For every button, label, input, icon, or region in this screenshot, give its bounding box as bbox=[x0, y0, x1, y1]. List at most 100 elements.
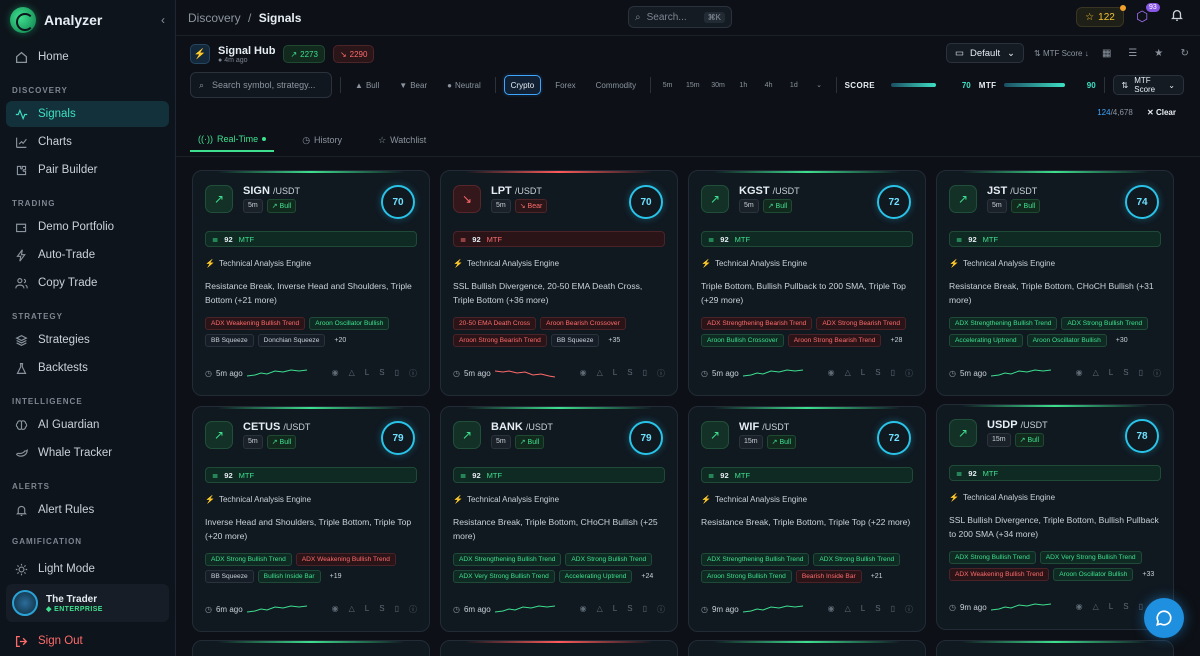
chevron-down-icon[interactable]: ⌄ bbox=[810, 81, 827, 89]
signal-card[interactable]: ↗ USDP /USDT 15m ↗ Bull 78 ≣ 92 MTF ⚡ Technical A… bbox=[936, 404, 1174, 630]
clear-filters-button[interactable]: ✕ Clear bbox=[1147, 108, 1176, 117]
timeframe-1h[interactable]: 1h bbox=[735, 82, 752, 89]
alert-icon[interactable]: △ bbox=[1093, 368, 1099, 379]
timeframe-1d[interactable]: 1d bbox=[785, 82, 802, 89]
bookmark-icon[interactable]: ▯ bbox=[395, 604, 399, 615]
info-icon[interactable]: ⓘ bbox=[409, 604, 417, 615]
short-icon[interactable]: S bbox=[627, 604, 632, 615]
eye-icon[interactable]: ◉ bbox=[1076, 368, 1083, 379]
short-icon[interactable]: S bbox=[1123, 602, 1128, 613]
info-icon[interactable]: ⓘ bbox=[409, 368, 417, 379]
long-icon[interactable]: L bbox=[861, 368, 865, 379]
short-icon[interactable]: S bbox=[379, 604, 384, 615]
long-icon[interactable]: L bbox=[861, 604, 865, 615]
preset-dropdown[interactable]: ▭ Default ⌄ bbox=[946, 43, 1024, 63]
more-indicators[interactable]: +24 bbox=[636, 571, 658, 582]
card-symbol[interactable]: WIF /USDT bbox=[739, 421, 789, 433]
eye-icon[interactable]: ◉ bbox=[332, 604, 339, 615]
sidebar-item-charts[interactable]: Charts bbox=[6, 129, 169, 155]
short-icon[interactable]: S bbox=[875, 604, 880, 615]
eye-icon[interactable]: ◉ bbox=[332, 368, 339, 379]
timeframe-5m[interactable]: 5m bbox=[659, 82, 676, 89]
alert-icon[interactable]: △ bbox=[845, 604, 851, 615]
card-symbol[interactable]: KGST /USDT bbox=[739, 185, 800, 197]
signal-card[interactable]: ↗ KGST /USDT 5m ↗ Bull 72 ≣ 92 MTF ⚡ Technical An… bbox=[688, 170, 926, 396]
sidebar-item-backtests[interactable]: Backtests bbox=[6, 355, 169, 381]
sort-toggle[interactable]: ⇅ MTF Score ↓ bbox=[1034, 49, 1089, 58]
timeframe-4h[interactable]: 4h bbox=[760, 82, 777, 89]
more-indicators[interactable]: +33 bbox=[1137, 569, 1159, 580]
filter-commodity[interactable]: Commodity bbox=[590, 75, 642, 95]
eye-icon[interactable]: ◉ bbox=[828, 604, 835, 615]
alert-icon[interactable]: △ bbox=[349, 368, 355, 379]
info-icon[interactable]: ⓘ bbox=[905, 368, 913, 379]
short-icon[interactable]: S bbox=[627, 368, 632, 379]
info-icon[interactable]: ⓘ bbox=[1153, 368, 1161, 379]
signal-card[interactable]: ↗ CETUS /USDT 5m ↗ Bull 79 ≣ 92 MTF ⚡ Technical A… bbox=[192, 406, 430, 632]
eye-icon[interactable]: ◉ bbox=[828, 368, 835, 379]
signal-card-partial[interactable] bbox=[936, 640, 1174, 656]
filter-bull[interactable]: ▲ Bull bbox=[349, 75, 385, 95]
timeframe-30m[interactable]: 30m bbox=[709, 82, 726, 89]
favorite-icon[interactable]: ★ bbox=[1151, 45, 1167, 61]
timeframe-15m[interactable]: 15m bbox=[684, 82, 701, 89]
mtf-slider[interactable] bbox=[1004, 83, 1065, 87]
bookmark-icon[interactable]: ▯ bbox=[891, 368, 895, 379]
signal-card-partial[interactable] bbox=[440, 640, 678, 656]
signal-card[interactable]: ↗ JST /USDT 5m ↗ Bull 74 ≣ 92 MTF ⚡ Technical Ana… bbox=[936, 170, 1174, 396]
collapse-sidebar-icon[interactable]: ‹ bbox=[161, 13, 165, 27]
tab-real-time[interactable]: ((·)) Real-Time bbox=[190, 128, 275, 152]
alert-icon[interactable]: △ bbox=[597, 604, 603, 615]
sidebar-item-light-mode[interactable]: Light Mode bbox=[6, 556, 169, 582]
short-icon[interactable]: S bbox=[379, 368, 384, 379]
signal-card-partial[interactable] bbox=[688, 640, 926, 656]
filter-crypto[interactable]: Crypto bbox=[503, 75, 542, 95]
sign-out-button[interactable]: Sign Out bbox=[6, 628, 169, 654]
filter-neutral[interactable]: ● Neutral bbox=[441, 75, 487, 95]
alert-icon[interactable]: △ bbox=[349, 604, 355, 615]
more-indicators[interactable]: +20 bbox=[329, 335, 351, 346]
alert-icon[interactable]: △ bbox=[597, 368, 603, 379]
short-icon[interactable]: S bbox=[1123, 368, 1128, 379]
bookmark-icon[interactable]: ▯ bbox=[891, 604, 895, 615]
global-search[interactable]: ⌕ Search... ⌘K bbox=[628, 6, 732, 28]
bookmark-icon[interactable]: ▯ bbox=[643, 368, 647, 379]
info-icon[interactable]: ⓘ bbox=[657, 604, 665, 615]
more-indicators[interactable]: +21 bbox=[866, 571, 888, 582]
eye-icon[interactable]: ◉ bbox=[1076, 602, 1083, 613]
filter-bear[interactable]: ▼ Bear bbox=[393, 75, 433, 95]
card-symbol[interactable]: CETUS /USDT bbox=[243, 421, 310, 433]
card-symbol[interactable]: BANK /USDT bbox=[491, 421, 553, 433]
eye-icon[interactable]: ◉ bbox=[580, 368, 587, 379]
signal-card[interactable]: ↗ WIF /USDT 15m ↗ Bull 72 ≣ 92 MTF ⚡ Technical An… bbox=[688, 406, 926, 632]
long-icon[interactable]: L bbox=[365, 604, 369, 615]
points-badge[interactable]: ☆ 122 bbox=[1076, 5, 1126, 27]
chat-support-button[interactable] bbox=[1144, 598, 1184, 638]
sidebar-item-strategies[interactable]: Strategies bbox=[6, 327, 169, 353]
tab-history[interactable]: ◷ History bbox=[294, 128, 350, 152]
sidebar-item-pair-builder[interactable]: Pair Builder bbox=[6, 157, 169, 183]
signal-card[interactable]: ↗ BANK /USDT 5m ↗ Bull 79 ≣ 92 MTF ⚡ Technical An… bbox=[440, 406, 678, 632]
tab-watchlist[interactable]: ☆ Watchlist bbox=[370, 128, 434, 152]
bookmark-icon[interactable]: ▯ bbox=[643, 604, 647, 615]
more-indicators[interactable]: +30 bbox=[1111, 335, 1133, 346]
signal-card[interactable]: ↘ LPT /USDT 5m ↘ Bear 70 ≣ 92 MTF ⚡ Technical Ana… bbox=[440, 170, 678, 396]
alert-icon[interactable]: △ bbox=[845, 368, 851, 379]
filter-forex[interactable]: Forex bbox=[549, 75, 581, 95]
sidebar-item-auto-trade[interactable]: Auto-Trade bbox=[6, 242, 169, 268]
score-slider[interactable] bbox=[891, 83, 936, 87]
signal-search-input[interactable]: ⌕ Search symbol, strategy... bbox=[190, 72, 333, 98]
signal-card[interactable]: ↗ SIGN /USDT 5m ↗ Bull 70 ≣ 92 MTF ⚡ Technical An… bbox=[192, 170, 430, 396]
card-symbol[interactable]: JST /USDT bbox=[987, 185, 1037, 197]
eye-icon[interactable]: ◉ bbox=[580, 604, 587, 615]
sidebar-item-ai-guardian[interactable]: AI Guardian bbox=[6, 412, 169, 438]
more-indicators[interactable]: +28 bbox=[885, 335, 907, 346]
notifications-icon[interactable] bbox=[1170, 8, 1184, 27]
refresh-icon[interactable]: ↻ bbox=[1177, 45, 1193, 61]
card-symbol[interactable]: LPT /USDT bbox=[491, 185, 542, 197]
alert-icon[interactable]: △ bbox=[1093, 602, 1099, 613]
card-symbol[interactable]: SIGN /USDT bbox=[243, 185, 300, 197]
sidebar-item-alert-rules[interactable]: Alert Rules bbox=[6, 497, 169, 523]
grid-view-icon[interactable]: ▦ bbox=[1099, 45, 1115, 61]
sort-dropdown[interactable]: ⇅ MTF Score ⌄ bbox=[1112, 75, 1184, 95]
